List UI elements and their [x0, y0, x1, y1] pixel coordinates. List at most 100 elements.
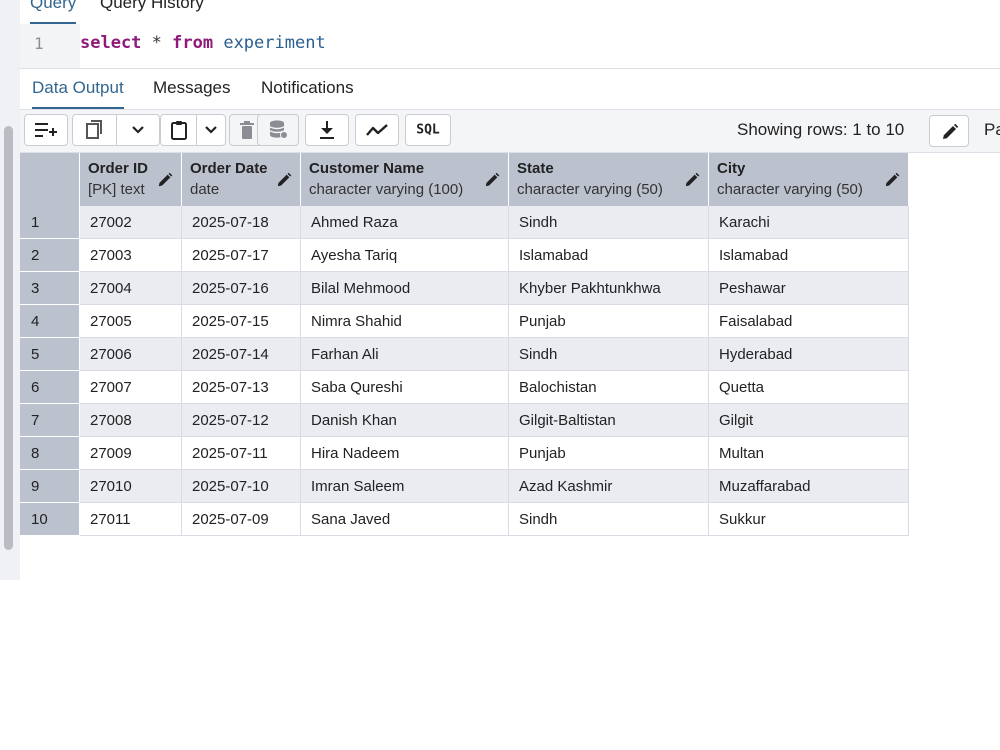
tab-notifications[interactable]: Notifications [261, 78, 354, 107]
row-number[interactable]: 2 [20, 238, 80, 272]
cell-city[interactable]: Hyderabad [708, 337, 909, 371]
cell-state[interactable]: Balochistan [508, 370, 709, 404]
cell-state[interactable]: Punjab [508, 436, 709, 470]
row-number[interactable]: 5 [20, 337, 80, 371]
table-row[interactable]: 8 27009 2025-07-11 Hira Nadeem Punjab Mu… [20, 436, 909, 470]
paste-button[interactable] [161, 115, 196, 145]
cell-order-date[interactable]: 2025-07-17 [181, 238, 301, 272]
copy-button[interactable] [73, 115, 116, 145]
copy-options-dropdown[interactable] [116, 115, 159, 145]
table-row[interactable]: 7 27008 2025-07-12 Danish Khan Gilgit-Ba… [20, 403, 909, 437]
cell-order-id[interactable]: 27010 [79, 469, 182, 503]
cell-order-id[interactable]: 27009 [79, 436, 182, 470]
paste-button-group [160, 114, 226, 146]
cell-state[interactable]: Punjab [508, 304, 709, 338]
cell-order-id[interactable]: 27008 [79, 403, 182, 437]
column-name: City [717, 160, 746, 177]
pencil-icon [158, 172, 173, 187]
sql-button[interactable]: SQL [405, 114, 451, 146]
row-number[interactable]: 8 [20, 436, 80, 470]
cell-city[interactable]: Faisalabad [708, 304, 909, 338]
cell-state[interactable]: Islamabad [508, 238, 709, 272]
cell-city[interactable]: Gilgit [708, 403, 909, 437]
table-row[interactable]: 3 27004 2025-07-16 Bilal Mehmood Khyber … [20, 271, 909, 305]
cell-order-date[interactable]: 2025-07-11 [181, 436, 301, 470]
cell-customer-name[interactable]: Hira Nadeem [300, 436, 509, 470]
cell-state[interactable]: Sindh [508, 502, 709, 536]
cell-order-id[interactable]: 27002 [79, 206, 182, 239]
grid-corner[interactable] [20, 153, 80, 206]
cell-order-id[interactable]: 27005 [79, 304, 182, 338]
cell-order-date[interactable]: 2025-07-16 [181, 271, 301, 305]
download-button[interactable] [305, 114, 349, 146]
vertical-scrollbar[interactable] [0, 0, 20, 580]
row-number[interactable]: 4 [20, 304, 80, 338]
tab-messages[interactable]: Messages [153, 78, 230, 107]
cell-order-id[interactable]: 27003 [79, 238, 182, 272]
cell-order-id[interactable]: 27011 [79, 502, 182, 536]
row-number[interactable]: 7 [20, 403, 80, 437]
table-row[interactable]: 10 27011 2025-07-09 Sana Javed Sindh Suk… [20, 502, 909, 536]
column-header-state[interactable]: State character varying (50) [508, 153, 709, 206]
sql-editor[interactable]: 1 select * from experiment [20, 24, 1000, 69]
cell-city[interactable]: Islamabad [708, 238, 909, 272]
tab-query-history[interactable]: Query History [100, 0, 204, 22]
cell-city[interactable]: Multan [708, 436, 909, 470]
cell-order-id[interactable]: 27006 [79, 337, 182, 371]
cell-customer-name[interactable]: Ahmed Raza [300, 206, 509, 239]
cell-customer-name[interactable]: Imran Saleem [300, 469, 509, 503]
table-row[interactable]: 2 27003 2025-07-17 Ayesha Tariq Islamaba… [20, 238, 909, 272]
row-number[interactable]: 10 [20, 502, 80, 536]
save-data-button[interactable] [257, 114, 299, 146]
cell-city[interactable]: Peshawar [708, 271, 909, 305]
row-number[interactable]: 9 [20, 469, 80, 503]
tab-data-output[interactable]: Data Output [32, 78, 124, 109]
cell-customer-name[interactable]: Sana Javed [300, 502, 509, 536]
cell-state[interactable]: Sindh [508, 337, 709, 371]
cell-customer-name[interactable]: Danish Khan [300, 403, 509, 437]
table-row[interactable]: 5 27006 2025-07-14 Farhan Ali Sindh Hyde… [20, 337, 909, 371]
cell-order-date[interactable]: 2025-07-10 [181, 469, 301, 503]
cell-customer-name[interactable]: Farhan Ali [300, 337, 509, 371]
cell-city[interactable]: Muzaffarabad [708, 469, 909, 503]
table-row[interactable]: 9 27010 2025-07-10 Imran Saleem Azad Kas… [20, 469, 909, 503]
table-row[interactable]: 4 27005 2025-07-15 Nimra Shahid Punjab F… [20, 304, 909, 338]
graph-visualiser-button[interactable] [355, 114, 399, 146]
cell-order-date[interactable]: 2025-07-14 [181, 337, 301, 371]
scrollbar-thumb[interactable] [4, 126, 13, 550]
row-number[interactable]: 3 [20, 271, 80, 305]
paste-options-dropdown[interactable] [196, 115, 225, 145]
cell-order-id[interactable]: 27007 [79, 370, 182, 404]
cell-state[interactable]: Khyber Pakhtunkhwa [508, 271, 709, 305]
edit-rows-button[interactable] [929, 115, 969, 147]
cell-order-date[interactable]: 2025-07-12 [181, 403, 301, 437]
cell-customer-name[interactable]: Ayesha Tariq [300, 238, 509, 272]
cell-city[interactable]: Sukkur [708, 502, 909, 536]
column-header-city[interactable]: City character varying (50) [708, 153, 909, 206]
chevron-down-icon [132, 126, 145, 134]
cell-state[interactable]: Gilgit-Baltistan [508, 403, 709, 437]
cell-order-id[interactable]: 27004 [79, 271, 182, 305]
add-row-button[interactable] [24, 114, 68, 146]
cell-customer-name[interactable]: Nimra Shahid [300, 304, 509, 338]
cell-order-date[interactable]: 2025-07-13 [181, 370, 301, 404]
cell-state[interactable]: Sindh [508, 206, 709, 239]
cell-city[interactable]: Quetta [708, 370, 909, 404]
code-line[interactable]: select * from experiment [80, 33, 326, 53]
table-row[interactable]: 6 27007 2025-07-13 Saba Qureshi Balochis… [20, 370, 909, 404]
cell-city[interactable]: Karachi [708, 206, 909, 239]
tab-query[interactable]: Query [30, 0, 77, 24]
cell-customer-name[interactable]: Bilal Mehmood [300, 271, 509, 305]
cell-order-date[interactable]: 2025-07-18 [181, 206, 301, 239]
row-number[interactable]: 1 [20, 206, 80, 239]
table-row[interactable]: 1 27002 2025-07-18 Ahmed Raza Sindh Kara… [20, 206, 909, 239]
cell-state[interactable]: Azad Kashmir [508, 469, 709, 503]
cell-order-date[interactable]: 2025-07-09 [181, 502, 301, 536]
cell-order-date[interactable]: 2025-07-15 [181, 304, 301, 338]
row-number[interactable]: 6 [20, 370, 80, 404]
column-header-customer-name[interactable]: Customer Name character varying (100) [300, 153, 509, 206]
cell-customer-name[interactable]: Saba Qureshi [300, 370, 509, 404]
empty-area [0, 580, 1000, 750]
column-header-order-date[interactable]: Order Date date [181, 153, 301, 206]
column-header-order-id[interactable]: Order ID [PK] text [79, 153, 182, 206]
